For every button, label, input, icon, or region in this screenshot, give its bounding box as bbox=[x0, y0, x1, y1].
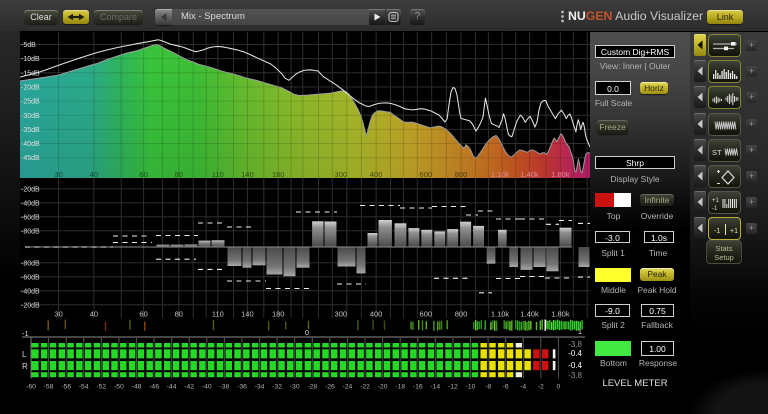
svg-text:-12: -12 bbox=[448, 384, 458, 391]
svg-text:80: 80 bbox=[175, 170, 183, 179]
svg-text:30: 30 bbox=[54, 310, 62, 319]
svg-text:-25dB: -25dB bbox=[21, 99, 40, 106]
svg-text:-20dB: -20dB bbox=[21, 302, 40, 309]
svg-text:0: 0 bbox=[305, 328, 309, 337]
svg-text:+1: +1 bbox=[730, 228, 738, 235]
svg-text:-60dB: -60dB bbox=[21, 214, 40, 221]
svg-text:-40: -40 bbox=[202, 384, 212, 391]
svg-text:30: 30 bbox=[54, 170, 62, 179]
svg-text:-10dB: -10dB bbox=[21, 56, 40, 63]
svg-text:L: L bbox=[22, 350, 27, 359]
svg-text:-38: -38 bbox=[219, 384, 229, 391]
svg-text:600: 600 bbox=[420, 310, 433, 319]
svg-text:-45dB: -45dB bbox=[21, 155, 40, 162]
svg-text:-5dB: -5dB bbox=[21, 42, 36, 49]
svg-text:-54: -54 bbox=[79, 384, 89, 391]
svg-text:-50: -50 bbox=[114, 384, 124, 391]
svg-text:-40dB: -40dB bbox=[21, 141, 40, 148]
svg-text:60: 60 bbox=[139, 170, 147, 179]
svg-text:0: 0 bbox=[557, 384, 561, 391]
svg-text:1.80k: 1.80k bbox=[551, 310, 570, 319]
svg-text:-16: -16 bbox=[413, 384, 423, 391]
svg-text:80: 80 bbox=[175, 310, 183, 319]
svg-text:+1: +1 bbox=[712, 198, 720, 204]
svg-text:800: 800 bbox=[455, 170, 468, 179]
svg-text:60: 60 bbox=[139, 310, 147, 319]
svg-text:400: 400 bbox=[370, 310, 383, 319]
svg-text:-46: -46 bbox=[149, 384, 159, 391]
svg-text:40: 40 bbox=[90, 170, 98, 179]
svg-text:-6: -6 bbox=[503, 384, 509, 391]
svg-text:-40dB: -40dB bbox=[21, 200, 40, 207]
svg-text:-58: -58 bbox=[44, 384, 54, 391]
svg-text:-8: -8 bbox=[485, 384, 491, 391]
svg-text:-14: -14 bbox=[430, 384, 440, 391]
svg-text:-35dB: -35dB bbox=[21, 127, 40, 134]
svg-text:1.10k: 1.10k bbox=[491, 310, 510, 319]
svg-text:1.40k: 1.40k bbox=[520, 170, 539, 179]
svg-text:300: 300 bbox=[335, 170, 348, 179]
svg-text:110: 110 bbox=[212, 170, 224, 179]
svg-text:140: 140 bbox=[241, 310, 254, 319]
svg-text:-1: -1 bbox=[714, 228, 720, 235]
svg-text:1: 1 bbox=[578, 327, 582, 336]
svg-text:ST: ST bbox=[712, 148, 722, 157]
svg-text:-30: -30 bbox=[290, 384, 300, 391]
svg-text:-80dB: -80dB bbox=[21, 228, 40, 235]
svg-text:-24: -24 bbox=[342, 384, 352, 391]
svg-text:-10: -10 bbox=[466, 384, 476, 391]
svg-text:-18: -18 bbox=[395, 384, 405, 391]
svg-text:-32: -32 bbox=[272, 384, 282, 391]
svg-text:-22: -22 bbox=[360, 384, 370, 391]
svg-text:-20dB: -20dB bbox=[21, 186, 40, 193]
svg-text:40: 40 bbox=[90, 310, 98, 319]
svg-text:-26: -26 bbox=[325, 384, 335, 391]
svg-text:-20: -20 bbox=[378, 384, 388, 391]
svg-text:-20dB: -20dB bbox=[21, 85, 40, 92]
svg-text:1.40k: 1.40k bbox=[520, 310, 539, 319]
svg-text:-52: -52 bbox=[96, 384, 106, 391]
svg-text:-48: -48 bbox=[132, 384, 142, 391]
svg-text:-40dB: -40dB bbox=[21, 288, 40, 295]
svg-text:-34: -34 bbox=[255, 384, 265, 391]
svg-text:-15dB: -15dB bbox=[21, 70, 40, 77]
svg-text:-4: -4 bbox=[520, 384, 526, 391]
svg-text:110: 110 bbox=[212, 310, 224, 319]
svg-text:300: 300 bbox=[335, 310, 348, 319]
svg-text:-2: -2 bbox=[538, 384, 544, 391]
svg-text:-80dB: -80dB bbox=[21, 260, 40, 267]
svg-text:-42: -42 bbox=[184, 384, 194, 391]
svg-text:1.80k: 1.80k bbox=[551, 170, 570, 179]
svg-text:1.10k: 1.10k bbox=[491, 170, 510, 179]
svg-text:800: 800 bbox=[455, 310, 468, 319]
svg-text:-60: -60 bbox=[26, 384, 36, 391]
svg-text:180: 180 bbox=[272, 170, 285, 179]
svg-text:140: 140 bbox=[241, 170, 254, 179]
svg-text:-56: -56 bbox=[61, 384, 71, 391]
svg-text:-1: -1 bbox=[712, 206, 718, 212]
svg-text:R: R bbox=[22, 362, 28, 371]
svg-text:180: 180 bbox=[272, 310, 285, 319]
svg-text:600: 600 bbox=[420, 170, 433, 179]
svg-text:-28: -28 bbox=[307, 384, 317, 391]
svg-text:-30dB: -30dB bbox=[21, 113, 40, 120]
svg-text:400: 400 bbox=[370, 170, 383, 179]
svg-text:-60dB: -60dB bbox=[21, 274, 40, 281]
svg-text:-44: -44 bbox=[167, 384, 177, 391]
svg-text:-36: -36 bbox=[237, 384, 247, 391]
